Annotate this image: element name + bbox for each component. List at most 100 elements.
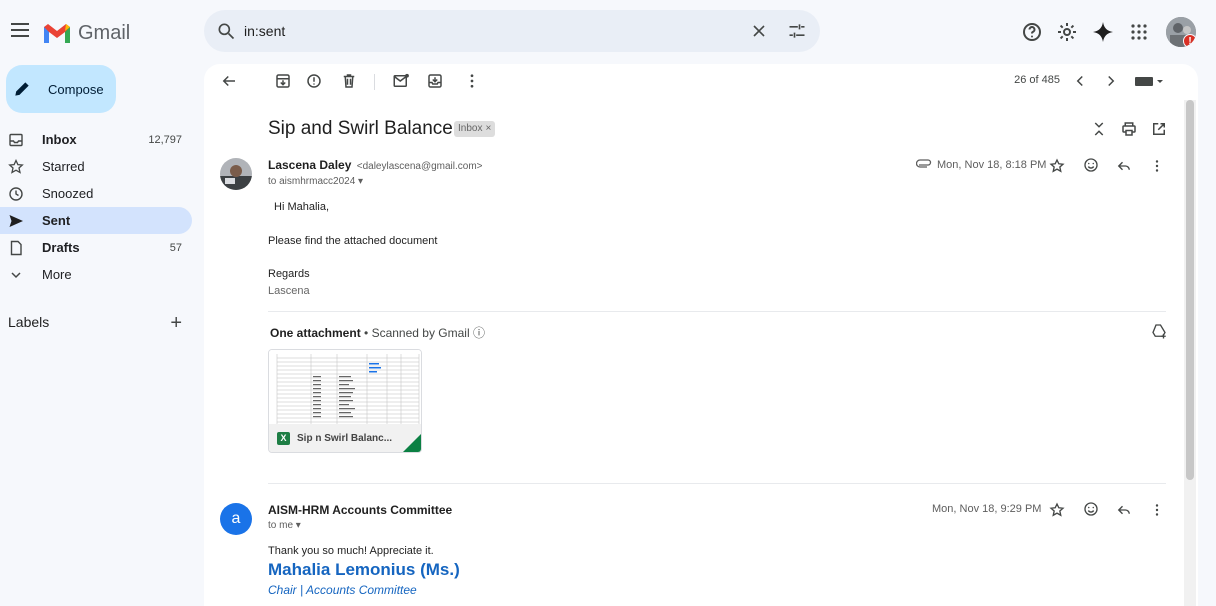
open-new-window-icon[interactable]	[1150, 120, 1168, 138]
gmail-logo[interactable]: Gmail	[42, 18, 130, 48]
message-date: Mon, Nov 18, 9:29 PM	[932, 503, 1042, 515]
message-greeting: Hi Mahalia,	[274, 201, 330, 213]
spreadsheet-preview-icon	[269, 350, 421, 424]
unread-count: 12,797	[148, 133, 182, 146]
sender-avatar[interactable]: a	[220, 503, 252, 535]
sidebar-item-inbox[interactable]: Inbox 12,797	[0, 126, 192, 153]
newer-chevron-left-icon[interactable]	[1071, 72, 1089, 90]
recipients-dropdown[interactable]: to me ▾	[268, 520, 301, 531]
labels-title: Labels	[8, 314, 50, 330]
more-vertical-icon[interactable]	[1148, 501, 1166, 519]
attachment-header: One attachment • Scanned by Gmail ⓘ	[270, 324, 485, 341]
search-icon[interactable]	[216, 21, 236, 41]
paperclip-icon	[916, 159, 932, 168]
caret-down-icon: ▾	[358, 176, 364, 187]
compose-label: Compose	[48, 81, 104, 97]
pagination-count: 26 of 485	[1014, 74, 1060, 86]
nav-list: Inbox 12,797 Starred Snoozed Sent Drafts	[0, 126, 192, 288]
sidebar-item-more[interactable]: More	[0, 261, 192, 288]
sender-email: <daleylascena@gmail.com>	[356, 161, 483, 172]
attachment-footer: X Sip n Swirl Balanc...	[269, 424, 421, 452]
print-icon[interactable]	[1120, 120, 1138, 138]
attachment-card[interactable]: X Sip n Swirl Balanc...	[268, 349, 422, 453]
sender-name[interactable]: Lascena Daley <daleylascena@gmail.com>	[268, 158, 483, 172]
back-arrow-icon[interactable]	[220, 72, 238, 90]
archive-icon[interactable]	[274, 72, 292, 90]
account-avatar[interactable]: !	[1166, 17, 1196, 47]
search-options-icon[interactable]	[787, 21, 807, 41]
sender-name-text: Lascena Daley	[268, 158, 352, 172]
message-date: Mon, Nov 18, 8:18 PM	[937, 159, 1047, 171]
sender-photo-icon	[220, 158, 252, 190]
info-icon[interactable]: ⓘ	[473, 326, 485, 340]
collapse-all-icon[interactable]	[1090, 120, 1108, 138]
more-vertical-icon[interactable]	[1148, 157, 1166, 175]
mark-unread-icon[interactable]	[392, 72, 410, 90]
star-icon	[8, 159, 24, 174]
app-name: Gmail	[78, 21, 131, 44]
avatar-letter: a	[231, 510, 241, 527]
chevron-down-icon	[11, 272, 21, 279]
input-tools-keyboard-icon[interactable]	[1134, 72, 1164, 90]
sidebar-item-label: Snoozed	[42, 186, 94, 201]
sidebar-item-snoozed[interactable]: Snoozed	[0, 180, 192, 207]
search-input[interactable]	[244, 10, 724, 52]
sidebar-item-label: Inbox	[42, 132, 77, 147]
signature-title: Chair | Accounts Committee	[268, 583, 417, 597]
help-icon[interactable]	[1020, 20, 1044, 44]
gemini-sparkle-icon[interactable]	[1091, 20, 1115, 44]
recipients-text: to aismhrmacc2024	[268, 176, 356, 187]
emoji-react-icon[interactable]	[1082, 500, 1100, 518]
add-label-icon[interactable]: +	[170, 312, 182, 335]
excel-icon: X	[277, 432, 290, 445]
main-menu-icon[interactable]	[8, 18, 32, 42]
emoji-react-icon[interactable]	[1082, 156, 1100, 174]
star-icon[interactable]	[1048, 157, 1066, 175]
draft-icon	[10, 240, 22, 256]
reply-icon[interactable]	[1115, 501, 1133, 519]
apps-grid-icon[interactable]	[1127, 20, 1151, 44]
caret-down-icon: ▾	[295, 520, 301, 531]
top-bar: Gmail !	[0, 0, 1216, 64]
clear-search-icon[interactable]	[749, 21, 769, 41]
gmail-app: Gmail ! Compose Inbox 12,797	[0, 0, 1216, 606]
move-to-icon[interactable]	[426, 72, 444, 90]
more-vertical-icon[interactable]	[463, 72, 481, 90]
report-spam-icon[interactable]	[305, 72, 323, 90]
remove-label-icon[interactable]: ×	[485, 123, 491, 134]
message-toolbar: 26 of 485	[204, 64, 1198, 100]
signature-name: Mahalia Lemonius (Ms.)	[268, 560, 460, 579]
message-signature: Lascena	[268, 285, 310, 297]
message-divider	[268, 483, 1166, 484]
search-bar	[204, 10, 820, 52]
message-body: Thank you so much! Appreciate it.	[268, 545, 434, 557]
draft-count: 57	[169, 241, 182, 254]
delete-icon[interactable]	[340, 72, 358, 90]
sidebar-item-sent[interactable]: Sent	[0, 207, 192, 234]
inbox-label-chip[interactable]: Inbox ×	[454, 121, 496, 137]
sender-name[interactable]: AISM-HRM Accounts Committee	[268, 503, 452, 517]
add-to-drive-icon[interactable]	[1150, 322, 1168, 340]
clock-icon	[9, 187, 23, 201]
sender-avatar[interactable]	[220, 158, 252, 190]
page-corner-icon	[403, 434, 421, 452]
star-icon[interactable]	[1048, 501, 1066, 519]
compose-button[interactable]: Compose	[6, 65, 116, 113]
thread-subject: Sip and Swirl Balance	[268, 118, 453, 139]
sidebar-item-starred[interactable]: Starred	[0, 153, 192, 180]
message-closing: Regards	[268, 268, 310, 280]
toolbar-divider	[374, 74, 375, 90]
send-icon	[9, 215, 23, 227]
older-chevron-right-icon[interactable]	[1102, 72, 1120, 90]
scrollbar-thumb[interactable]	[1186, 100, 1194, 480]
reply-icon[interactable]	[1115, 157, 1133, 175]
sidebar-item-label: Drafts	[42, 240, 80, 255]
label-chip-text: Inbox	[458, 123, 483, 134]
spreadsheet-thumbnail	[269, 350, 421, 424]
gmail-m-icon	[44, 24, 70, 43]
settings-gear-icon[interactable]	[1055, 20, 1079, 44]
sidebar-item-drafts[interactable]: Drafts 57	[0, 234, 192, 261]
sidebar-item-label: More	[42, 267, 72, 282]
recipients-dropdown[interactable]: to aismhrmacc2024 ▾	[268, 176, 363, 187]
recipients-text: to me	[268, 520, 294, 531]
